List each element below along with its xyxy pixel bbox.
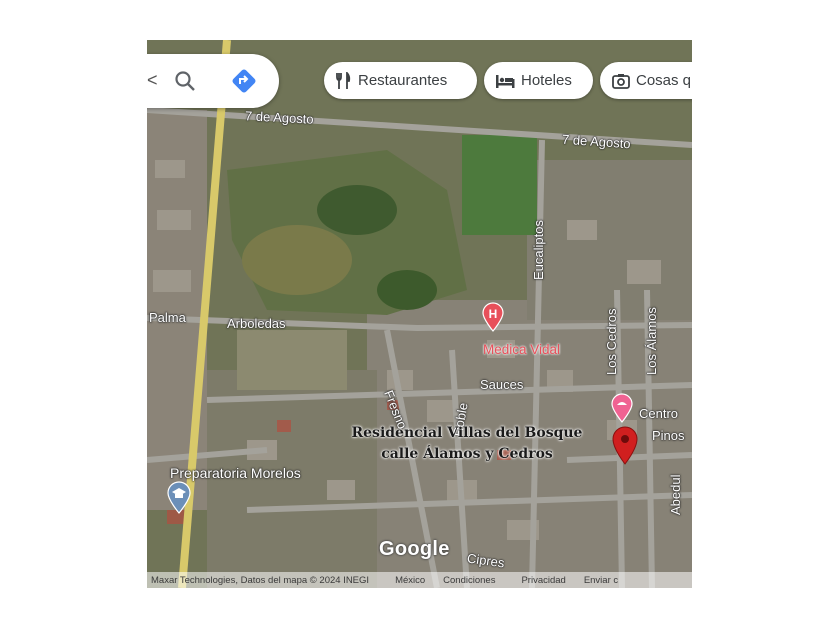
marker-caption: Residencial Villas del Bosque calle Álam… [327,423,607,465]
search-icon[interactable] [173,69,197,93]
restaurant-icon [336,71,351,89]
chip-restaurants[interactable]: Restaurantes [324,62,477,99]
street-label: Palma [149,310,186,325]
chip-things-to-do[interactable]: Cosas q [600,62,692,99]
place-label-centro[interactable]: Centro [639,406,678,421]
country-link[interactable]: México [391,575,429,586]
street-label: Pinos [652,428,685,443]
camera-icon [612,73,630,89]
place-label-prepa[interactable]: Preparatoria Morelos [170,465,301,481]
attribution-text: Maxar Technologies, Datos del mapa © 202… [151,574,370,586]
street-label: Los Cedros [604,308,619,375]
street-label: Los Álamos [644,307,659,375]
chip-hotels[interactable]: Hoteles [484,62,593,99]
map-viewport[interactable]: < Restaurantes Hoteles Cosas q 7 de Agos… [147,40,692,588]
svg-text:H: H [489,307,498,321]
hotel-icon [496,74,515,88]
street-label: Eucaliptos [531,220,546,280]
terms-link[interactable]: Condiciones [439,575,499,586]
google-logo: Google [379,538,450,560]
search-box[interactable]: < [147,54,279,108]
chip-label: Restaurantes [358,72,448,89]
directions-icon[interactable] [230,67,258,95]
chip-label: Cosas q [636,72,692,89]
privacy-link[interactable]: Privacidad [517,575,569,586]
back-arrow-icon[interactable]: < [147,70,158,91]
caption-line-1: Residencial Villas del Bosque [351,425,583,441]
salon-pin-icon[interactable] [610,393,634,423]
street-label: Sauces [480,377,524,392]
hospital-pin-icon[interactable]: H [481,302,505,332]
location-pin-icon[interactable] [611,425,639,465]
place-label-medica[interactable]: Medica Vidal [483,342,560,357]
map-footer: Maxar Technologies, Datos del mapa © 202… [147,572,692,588]
school-pin-icon[interactable] [166,480,192,514]
street-label: Abedul [668,474,683,515]
chip-label: Hoteles [521,72,572,89]
feedback-link[interactable]: Enviar c [580,575,622,586]
caption-line-2: calle Álamos y Cedros [381,446,553,462]
street-label: Arboledas [227,316,286,331]
